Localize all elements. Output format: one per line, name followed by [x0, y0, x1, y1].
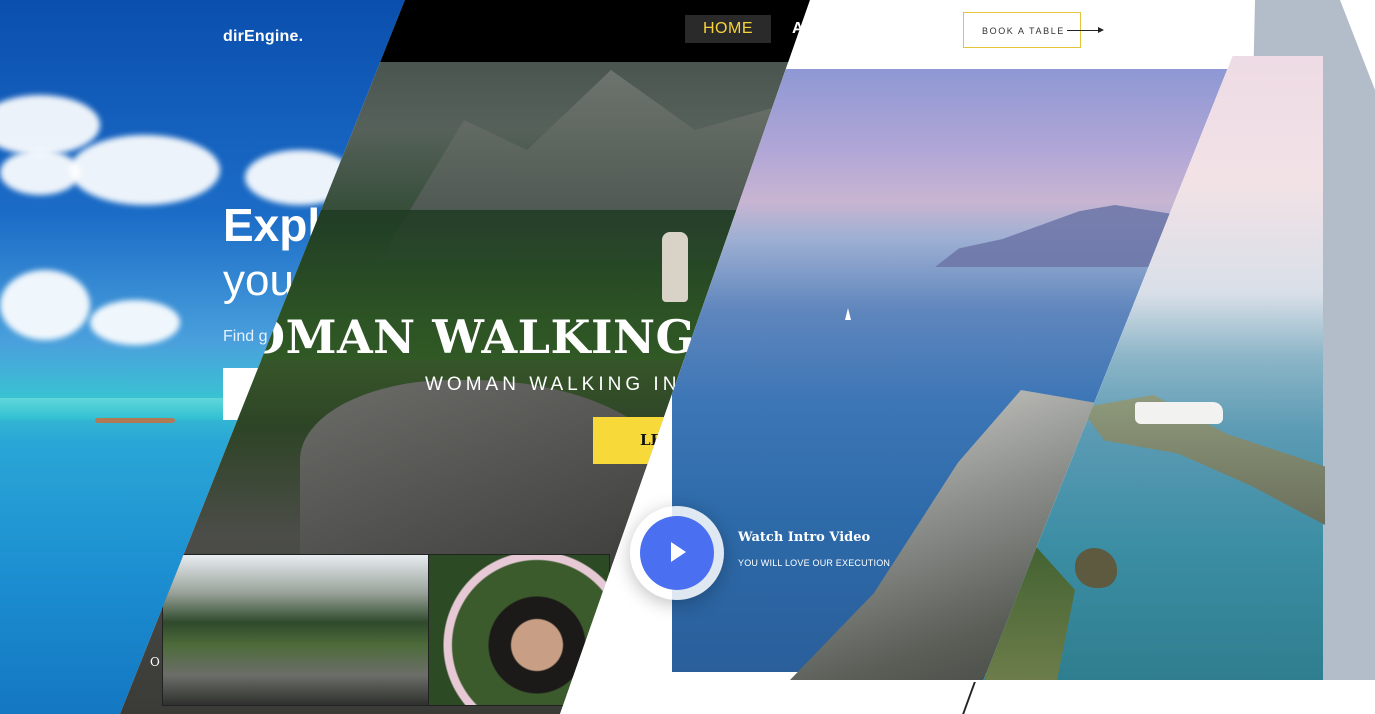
hiker-figure	[662, 232, 688, 302]
play-icon	[671, 542, 686, 562]
cloud	[0, 270, 90, 340]
hero-subtext: Find g	[223, 328, 268, 345]
thumb-caption: O	[150, 655, 160, 669]
cloud	[70, 135, 220, 205]
gallery-thumb-mountain[interactable]	[162, 554, 429, 706]
cloud	[90, 300, 180, 345]
cloud	[0, 150, 80, 195]
video-subtitle: YOU WILL LOVE OUR EXECUTION	[738, 558, 891, 568]
arrow-right-icon	[1067, 30, 1101, 31]
hero-subtitle: WOMAN WALKING IN	[425, 374, 681, 395]
book-a-table-button[interactable]: BOOK A TABLE	[963, 12, 1081, 48]
hero-headline-second: you	[223, 256, 294, 305]
video-title: Watch Intro Video	[738, 530, 871, 545]
logo[interactable]: dirEngine.	[223, 28, 303, 46]
ferry-boat	[1135, 402, 1223, 424]
hero-headline: Expl	[223, 199, 321, 251]
cloud	[0, 95, 100, 155]
sand-bar	[95, 418, 175, 423]
rock-islet	[1075, 548, 1117, 588]
nav-home[interactable]: HOME	[685, 15, 771, 43]
arrow-head-icon	[1098, 27, 1104, 33]
